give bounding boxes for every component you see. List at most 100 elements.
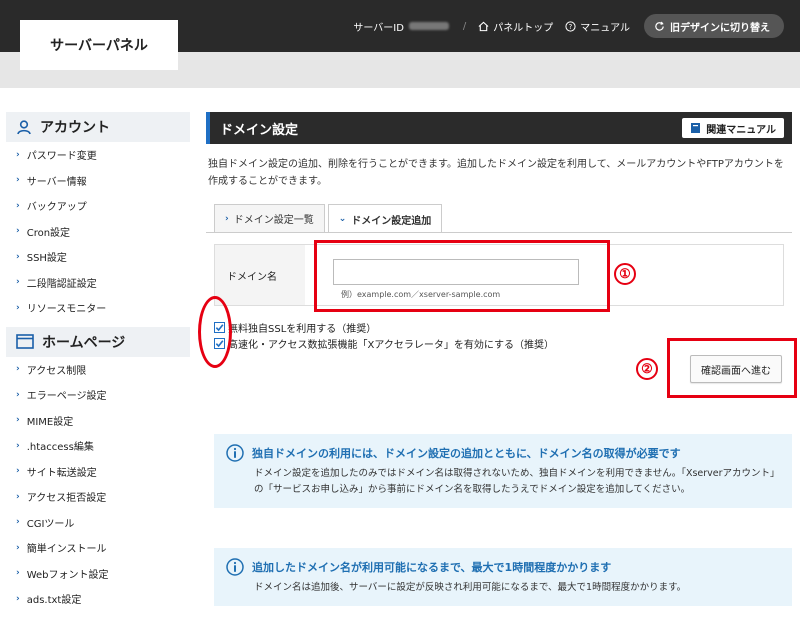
window-icon: [16, 334, 34, 349]
sidebar-item-label: サーバー情報: [26, 176, 87, 188]
chevron-right-icon: ›: [225, 213, 229, 224]
tab-divider: [206, 232, 792, 233]
annotation-number-1: ①: [614, 263, 636, 285]
sidebar-item[interactable]: › アクセス拒否設定: [6, 484, 190, 510]
related-manual-label: 関連マニュアル: [706, 124, 776, 136]
sidebar-item[interactable]: › CGIツール: [6, 510, 190, 536]
chevron-right-icon: ›: [16, 568, 20, 579]
chevron-right-icon: ›: [16, 542, 20, 553]
panel-top-label: パネルトップ: [493, 22, 554, 34]
sidebar-item[interactable]: › アクセス制限: [6, 357, 190, 383]
tab-label: ドメイン設定追加: [351, 215, 432, 227]
sidebar-item-label: .htaccess編集: [26, 442, 94, 454]
home-icon: [478, 21, 489, 31]
sidebar-heading-label: ホームページ: [42, 334, 126, 351]
chevron-right-icon: ›: [16, 149, 20, 160]
chevron-right-icon: ›: [16, 466, 20, 477]
sidebar-item-label: Cron設定: [26, 227, 71, 239]
chevron-down-icon: ⌄: [338, 214, 347, 224]
info-box-domain-acquisition: 独自ドメインの利用には、ドメイン設定の追加とともに、ドメイン名の取得が必要です …: [214, 434, 792, 508]
old-design-label: 旧デザインに切り替え: [670, 22, 770, 34]
account-menu: › パスワード変更 › サーバー情報 › バックアップ › Cron設定 › SSH設定 › 二段階認…: [6, 142, 190, 321]
sidebar-item[interactable]: › パスワード変更: [6, 142, 190, 168]
info-title: 独自ドメインの利用には、ドメイン設定の追加とともに、ドメイン名の取得が必要です: [226, 444, 780, 462]
chevron-right-icon: ›: [16, 491, 20, 502]
sidebar-item[interactable]: › 簡単インストール: [6, 535, 190, 561]
svg-text:?: ?: [569, 22, 573, 30]
sidebar-item[interactable]: › 二段階認証設定: [6, 270, 190, 296]
related-manual-button[interactable]: 関連マニュアル: [682, 118, 784, 138]
info-body: ドメイン名は追加後、サーバーに設定が反映され利用可能になるまで、最大で1時間程度…: [254, 582, 687, 593]
annotation-oval-checkboxes: [198, 296, 232, 368]
annotation-box-domain-input: [314, 240, 610, 312]
chevron-right-icon: ›: [16, 415, 20, 426]
page-title: ドメイン設定: [220, 122, 299, 138]
help-icon: ?: [565, 20, 576, 32]
page-description: 独自ドメイン設定の追加、削除を行うことができます。追加したドメイン設定を利用して…: [208, 159, 784, 187]
x-accelerator-option[interactable]: 高速化・アクセス数拡張機能「Xアクセラレータ」を有効にする（推奨）: [214, 335, 554, 351]
sidebar-heading-homepage: ホームページ: [6, 326, 190, 357]
tab-domain-add[interactable]: ⌄ ドメイン設定追加: [327, 204, 443, 233]
sidebar-heading-account: アカウント: [6, 112, 190, 142]
sidebar-item[interactable]: › Webフォント設定: [6, 561, 190, 587]
sidebar-item[interactable]: › リソースモニター: [6, 295, 190, 321]
sidebar-item-label: リソースモニター: [26, 304, 107, 316]
sidebar-item[interactable]: › SSH設定: [6, 244, 190, 270]
page-title-bar: ドメイン設定 関連マニュアル: [206, 112, 792, 144]
info-title: 追加したドメイン名が利用可能になるまで、最大で1時間程度かかります: [226, 558, 780, 576]
tab-label: ドメイン設定一覧: [233, 215, 314, 226]
sidebar-item[interactable]: › ads.txt設定: [6, 586, 190, 612]
server-id: サーバーID: [353, 19, 449, 34]
chevron-right-icon: ›: [16, 364, 20, 375]
annotation-box-confirm-button: [667, 338, 797, 398]
chevron-right-icon: ›: [16, 226, 20, 237]
tab-bar: › ドメイン設定一覧 ⌄ ドメイン設定追加: [214, 204, 445, 233]
main-content: ドメイン設定 関連マニュアル 独自ドメイン設定の追加、削除を行うことができます。…: [206, 112, 792, 606]
old-design-button[interactable]: 旧デザインに切り替え: [644, 14, 784, 38]
chevron-right-icon: ›: [16, 440, 20, 451]
sidebar-item[interactable]: › サーバー情報: [6, 168, 190, 194]
manual-label: マニュアル: [580, 22, 630, 34]
annotation-number-2: ②: [636, 358, 658, 380]
user-icon: [17, 120, 31, 135]
sidebar-item-label: Webフォント設定: [26, 569, 109, 581]
info-title-text: 独自ドメインの利用には、ドメイン設定の追加とともに、ドメイン名の取得が必要です: [252, 447, 681, 460]
info-icon: [226, 444, 244, 462]
free-ssl-option[interactable]: 無料独自SSLを利用する（推奨）: [214, 319, 554, 335]
sidebar-heading-label: アカウント: [40, 120, 110, 136]
sidebar-item[interactable]: › サイト転送設定: [6, 459, 190, 485]
sidebar: アカウント › パスワード変更 › サーバー情報 › バックアップ › Cron設定 › SSH設…: [6, 112, 190, 612]
info-box-propagation: 追加したドメイン名が利用可能になるまで、最大で1時間程度かかります ドメイン名は…: [214, 548, 792, 606]
sidebar-item-label: 簡単インストール: [26, 544, 107, 556]
option-checkboxes: 無料独自SSLを利用する（推奨） 高速化・アクセス数拡張機能「Xアクセラレータ」を…: [214, 319, 554, 351]
manual-link[interactable]: ? マニュアル: [565, 19, 630, 34]
sidebar-item[interactable]: › .htaccess編集: [6, 433, 190, 459]
server-panel-logo[interactable]: サーバーパネル: [20, 20, 178, 70]
sidebar-item-label: 二段階認証設定: [26, 278, 97, 290]
sidebar-item-label: パスワード変更: [26, 151, 97, 163]
info-title-text: 追加したドメイン名が利用可能になるまで、最大で1時間程度かかります: [252, 561, 612, 574]
nav-separator: /: [462, 20, 467, 32]
sidebar-item[interactable]: › バックアップ: [6, 193, 190, 219]
sidebar-item[interactable]: › エラーページ設定: [6, 382, 190, 408]
domain-label: ドメイン名: [215, 245, 305, 305]
tab-domain-list[interactable]: › ドメイン設定一覧: [214, 204, 325, 232]
checkbox-label: 高速化・アクセス数拡張機能「Xアクセラレータ」を有効にする（推奨）: [228, 339, 554, 351]
sidebar-item-label: サイト転送設定: [26, 467, 97, 479]
checkbox-label: 無料独自SSLを利用する（推奨）: [228, 323, 377, 335]
chevron-right-icon: ›: [16, 175, 20, 186]
chevron-right-icon: ›: [16, 277, 20, 288]
panel-top-link[interactable]: パネルトップ: [478, 19, 553, 34]
sidebar-item[interactable]: › Cron設定: [6, 219, 190, 245]
info-icon: [226, 558, 244, 576]
chevron-right-icon: ›: [16, 251, 20, 262]
server-id-label: サーバーID: [353, 22, 404, 34]
sidebar-item-label: MIME設定: [26, 416, 74, 428]
chevron-right-icon: ›: [16, 302, 20, 313]
chevron-right-icon: ›: [16, 517, 20, 528]
chevron-right-icon: ›: [16, 593, 20, 604]
server-id-value-blurred: [408, 22, 449, 30]
sidebar-item[interactable]: › MIME設定: [6, 408, 190, 434]
sidebar-item-label: SSH設定: [26, 253, 67, 265]
sidebar-item-label: CGIツール: [26, 518, 75, 530]
